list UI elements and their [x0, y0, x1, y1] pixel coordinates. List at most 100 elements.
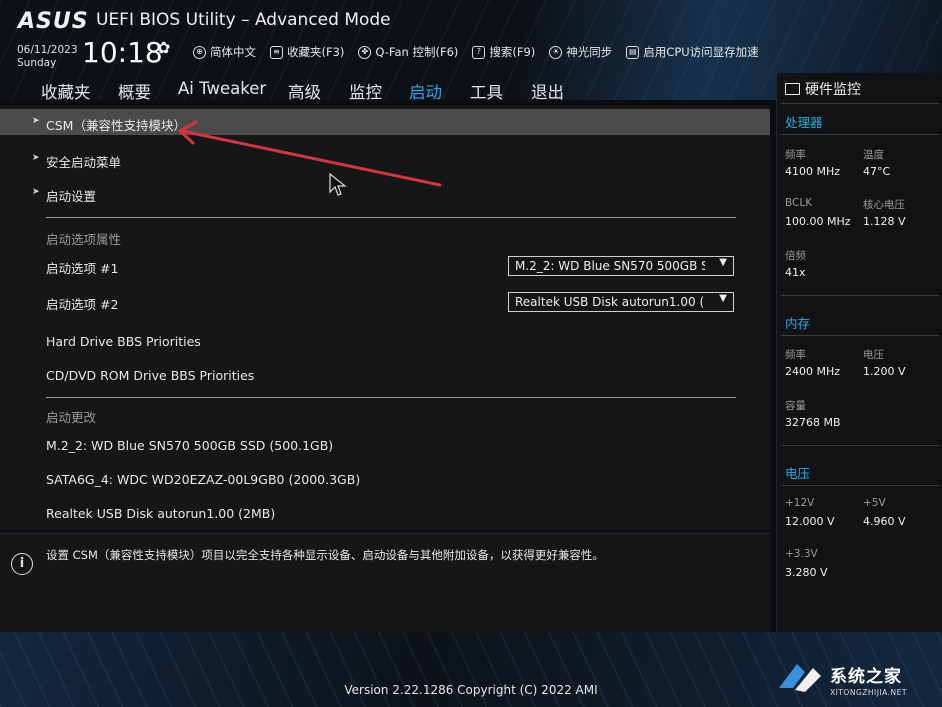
v33-label: +3.3V [785, 548, 818, 560]
divider [46, 217, 736, 218]
tab-boot[interactable]: 启动 [409, 79, 442, 109]
boot-option-2-select[interactable]: Realtek USB Disk autorun1.00 (2 ▼ [508, 292, 734, 312]
watermark-url: XITONGZHIJIA.NET [830, 688, 907, 697]
tab-favorites[interactable]: 收藏夹 [41, 79, 91, 103]
tab-exit[interactable]: 退出 [531, 79, 564, 103]
cpu-heading: 处理器 [785, 115, 823, 130]
hdd-bbs-label: Hard Drive BBS Priorities [46, 334, 201, 349]
tab-ai-tweaker[interactable]: Ai Tweaker [178, 79, 266, 98]
main-menu: 收藏夹 概要 Ai Tweaker 高级 监控 启动 工具 退出 [0, 73, 770, 109]
qfan-button[interactable]: ✤ Q-Fan 控制(F6) [358, 44, 458, 60]
mem-volt-label: 电压 [863, 349, 884, 361]
cd-bbs-priorities[interactable]: CD/DVD ROM Drive BBS Priorities [0, 365, 770, 387]
tab-tool[interactable]: 工具 [470, 79, 503, 103]
cpu-temp-value: 47°C [863, 165, 891, 178]
ratio-value: 41x [785, 266, 806, 279]
boot-override-header-label: 启动更改 [46, 410, 97, 425]
asus-logo: ASUS [18, 9, 89, 34]
tab-advanced[interactable]: 高级 [288, 79, 321, 103]
help-text: 设置 CSM（兼容性支持模块）项目以完全支持各种显示设备、启动设备与其他附加设备… [46, 548, 604, 562]
watermark-logo [779, 664, 821, 692]
monitor-title: 硬件监控 [785, 79, 861, 99]
hardware-monitor: 硬件监控 处理器 频率 温度 4100 MHz 47°C BCLK 核心电压 1… [776, 73, 942, 632]
search-button[interactable]: ? 搜索(F9) [472, 44, 535, 60]
info-icon: i [11, 553, 33, 575]
boot-override-item[interactable]: SATA6G_4: WDC WD20EZAZ-00L9GB0 (2000.3GB… [0, 469, 770, 491]
divider [781, 295, 939, 296]
boot-option-1-label: 启动选项 #1 [46, 261, 119, 276]
chevron-right-icon: ➤ [32, 153, 40, 163]
chevron-down-icon: ▼ [719, 257, 727, 268]
boot-options-header-label: 启动选项属性 [46, 232, 122, 247]
boot-option-2-label: 启动选项 #2 [46, 297, 119, 312]
fan-icon: ✤ [358, 45, 372, 59]
mouse-cursor-icon [329, 173, 347, 196]
favorites-icon: ≡ [270, 45, 283, 59]
v5-label: +5V [863, 497, 886, 509]
language-button[interactable]: ⊕ 简体中文 [193, 44, 256, 60]
toolbar: ⊕ 简体中文 ≡ 收藏夹(F3) ✤ Q-Fan 控制(F6) ? 搜索(F9)… [193, 44, 759, 60]
tab-main[interactable]: 概要 [118, 79, 151, 103]
light-icon: ☀ [549, 45, 563, 59]
favorites-label: 收藏夹(F3) [287, 45, 345, 59]
boot-option-1-select[interactable]: M.2_2: WD Blue SN570 500GB S ▼ [508, 256, 734, 276]
monitor-title-text: 硬件监控 [805, 82, 861, 98]
clock: 10:18 [82, 36, 163, 69]
cpu-freq-value: 4100 MHz [785, 165, 841, 178]
ratio-label: 倍频 [785, 250, 806, 262]
aura-button[interactable]: ☀ 神光同步 [549, 44, 612, 60]
boot-override-item[interactable]: Realtek USB Disk autorun1.00 (2MB) [0, 503, 770, 525]
memory-icon: ▤ [626, 45, 640, 59]
menu-item-secure-boot[interactable]: ➤ 安全启动菜单 [0, 147, 770, 171]
v5-value: 4.960 V [863, 515, 906, 528]
cd-bbs-label: CD/DVD ROM Drive BBS Priorities [46, 368, 255, 383]
boot-override-header: 启动更改 [0, 405, 770, 425]
boot-config-label: 启动设置 [46, 189, 97, 204]
boot-options-header: 启动选项属性 [0, 227, 770, 247]
resizable-bar-label: 启用CPU访问显存加速 [643, 45, 759, 59]
date-text: 06/11/2023 [17, 44, 78, 56]
boot-option-2-value: Realtek USB Disk autorun1.00 (2 [515, 295, 705, 309]
aura-label: 神光同步 [566, 45, 613, 59]
tab-monitor[interactable]: 监控 [349, 79, 382, 103]
memory-heading: 内存 [785, 316, 811, 331]
secure-boot-label: 安全启动菜单 [46, 155, 122, 170]
bclk-label: BCLK [785, 197, 813, 209]
chevron-right-icon: ➤ [32, 116, 40, 126]
gear-icon[interactable]: ✿ [157, 38, 170, 57]
v12-value: 12.000 V [785, 515, 835, 528]
menu-item-boot-config[interactable]: ➤ 启动设置 [0, 181, 770, 205]
boot-override-label: M.2_2: WD Blue SN570 500GB SSD (500.1GB) [46, 438, 334, 453]
mem-freq-label: 频率 [785, 349, 806, 361]
date-display: 06/11/2023 Sunday [17, 44, 78, 70]
mem-cap-label: 容量 [785, 400, 806, 412]
help-panel: i 设置 CSM（兼容性支持模块）项目以完全支持各种显示设备、启动设备与其他附加… [0, 533, 770, 632]
resizable-bar-button[interactable]: ▤ 启用CPU访问显存加速 [626, 44, 759, 60]
vcore-value: 1.128 V [863, 215, 906, 228]
boot-override-item[interactable]: M.2_2: WD Blue SN570 500GB SSD (500.1GB) [0, 435, 770, 457]
cpu-freq-label: 频率 [785, 149, 806, 161]
bclk-value: 100.00 MHz [785, 215, 851, 228]
globe-icon: ⊕ [193, 45, 206, 59]
help-icon: ? [472, 45, 486, 59]
divider [781, 103, 939, 104]
menu-item-csm[interactable]: ➤ CSM（兼容性支持模块） [0, 109, 770, 135]
cpu-temp-label: 温度 [863, 149, 884, 161]
divider [781, 445, 939, 446]
vcore-label: 核心电压 [863, 199, 905, 211]
divider [781, 134, 939, 135]
boot-override-label: Realtek USB Disk autorun1.00 (2MB) [46, 506, 276, 521]
language-label: 简体中文 [210, 45, 256, 59]
monitor-icon [785, 83, 800, 95]
day-text: Sunday [17, 57, 57, 69]
mem-volt-value: 1.200 V [863, 365, 906, 378]
voltage-heading: 电压 [785, 466, 811, 481]
hdd-bbs-priorities[interactable]: Hard Drive BBS Priorities [0, 331, 770, 353]
chevron-down-icon: ▼ [719, 293, 727, 304]
divider [46, 397, 736, 398]
v33-value: 3.280 V [785, 566, 828, 579]
chevron-right-icon: ➤ [32, 187, 40, 197]
main-panel: ➤ CSM（兼容性支持模块） ➤ 安全启动菜单 ➤ 启动设置 启动选项属性 启动… [0, 105, 770, 530]
v12-label: +12V [785, 497, 815, 509]
favorites-button[interactable]: ≡ 收藏夹(F3) [270, 44, 344, 60]
